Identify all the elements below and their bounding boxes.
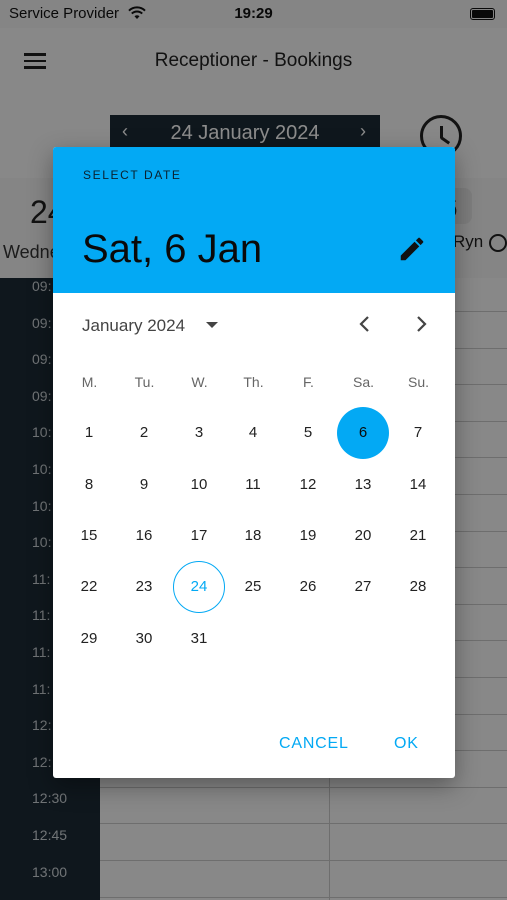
weekday-header: Tu. — [134, 374, 155, 390]
calendar-day[interactable]: 23 — [118, 561, 170, 613]
calendar-day[interactable]: 26 — [282, 561, 334, 613]
month-year-selector[interactable]: January 2024 — [82, 316, 185, 336]
calendar-day[interactable]: 12 — [282, 459, 334, 511]
calendar-day[interactable]: 13 — [337, 459, 389, 511]
caret-down-icon[interactable] — [206, 322, 218, 328]
calendar-day[interactable]: 2 — [118, 407, 170, 459]
calendar-day[interactable]: 8 — [63, 459, 115, 511]
calendar-day[interactable]: 25 — [227, 561, 279, 613]
date-picker-dialog: SELECT DATE Sat, 6 Jan January 2024 CANC… — [53, 147, 455, 778]
calendar-day[interactable]: 20 — [337, 510, 389, 562]
calendar-day[interactable]: 1 — [63, 407, 115, 459]
calendar-day[interactable]: 31 — [173, 613, 225, 665]
date-picker-help-text: SELECT DATE — [83, 168, 182, 182]
calendar-day[interactable]: 29 — [63, 613, 115, 665]
selected-date-text: Sat, 6 Jan — [82, 227, 263, 271]
calendar-day[interactable]: 14 — [392, 459, 444, 511]
calendar-day[interactable]: 9 — [118, 459, 170, 511]
ok-button[interactable]: OK — [394, 735, 419, 753]
calendar-day[interactable]: 28 — [392, 561, 444, 613]
weekday-header: Su. — [407, 374, 429, 390]
weekday-header: W. — [191, 374, 208, 390]
calendar-day[interactable]: 22 — [63, 561, 115, 613]
calendar-day[interactable]: 30 — [118, 613, 170, 665]
edit-icon[interactable] — [397, 234, 427, 264]
calendar-day[interactable]: 15 — [63, 510, 115, 562]
chevron-left-icon[interactable] — [353, 312, 377, 336]
calendar-day[interactable]: 16 — [118, 510, 170, 562]
weekday-header: Th. — [243, 374, 264, 390]
calendar-day[interactable]: 21 — [392, 510, 444, 562]
calendar-day-selected[interactable]: 6 — [337, 407, 389, 459]
calendar-day[interactable]: 27 — [337, 561, 389, 613]
weekday-header: Sa. — [352, 374, 374, 390]
calendar-day[interactable]: 19 — [282, 510, 334, 562]
chevron-right-icon[interactable] — [409, 312, 433, 336]
cancel-button[interactable]: CANCEL — [279, 735, 349, 753]
calendar-day[interactable]: 10 — [173, 459, 225, 511]
calendar-day[interactable]: 4 — [227, 407, 279, 459]
calendar-day[interactable]: 17 — [173, 510, 225, 562]
date-picker-header: SELECT DATE Sat, 6 Jan — [53, 147, 455, 293]
weekday-header: M. — [81, 374, 98, 390]
calendar-day[interactable]: 5 — [282, 407, 334, 459]
calendar-day-today[interactable]: 24 — [173, 561, 225, 613]
calendar-day[interactable]: 11 — [227, 459, 279, 511]
weekday-header: F. — [303, 374, 314, 390]
calendar-day[interactable]: 18 — [227, 510, 279, 562]
calendar-day[interactable]: 7 — [392, 407, 444, 459]
calendar-day[interactable]: 3 — [173, 407, 225, 459]
